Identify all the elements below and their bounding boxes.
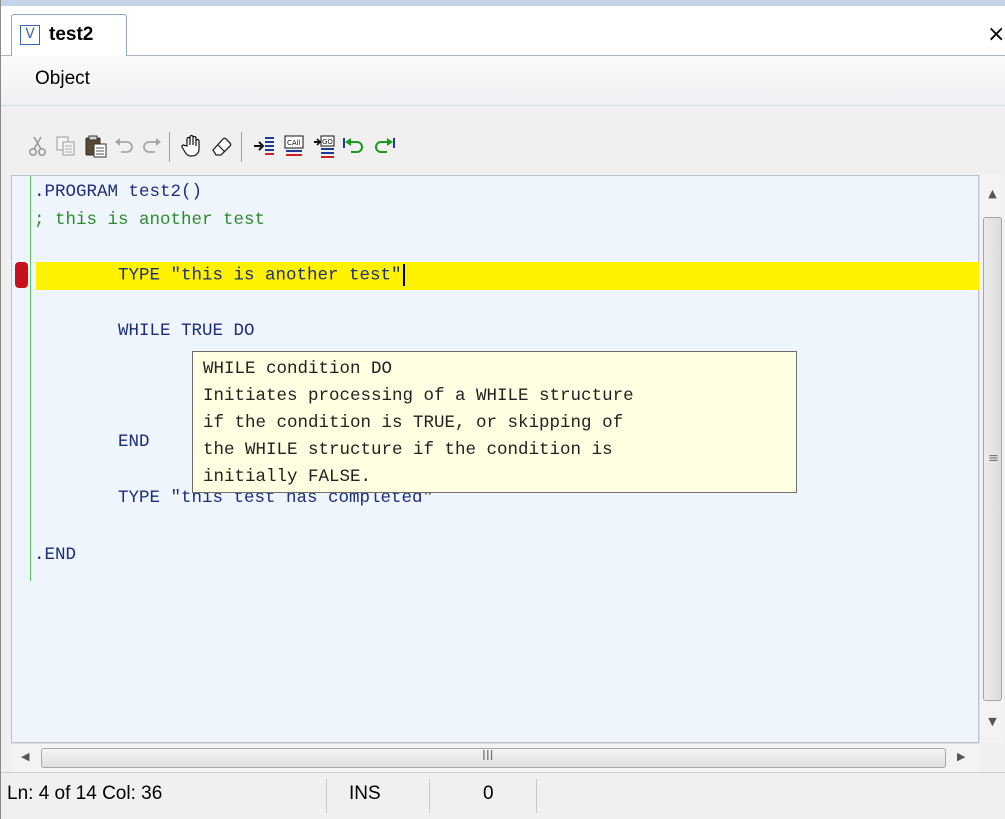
status-separator [326, 779, 327, 813]
tab-test2[interactable]: V test2 [11, 14, 127, 57]
step-forward-icon[interactable] [371, 134, 397, 158]
tooltip-line: initially FALSE. [203, 467, 372, 487]
go-icon[interactable]: GO [311, 134, 337, 158]
redo-icon[interactable] [139, 134, 165, 158]
scroll-left-icon[interactable]: ◀ [21, 750, 29, 763]
grip-icon: ≡ [988, 451, 999, 466]
breakpoint-marker[interactable] [15, 262, 28, 288]
toolbar: CAll GO [1, 120, 1005, 172]
code-line[interactable]: .END [34, 545, 76, 565]
code-line[interactable]: END [34, 432, 150, 452]
toolbar-separator [169, 132, 170, 162]
code-line[interactable]: WHILE TRUE DO [34, 321, 255, 341]
call-icon[interactable]: CAll [281, 134, 307, 158]
tooltip-line: if the condition is TRUE, or skipping of [203, 413, 624, 433]
code-editor[interactable]: .PROGRAM test2() ; this is another test … [11, 175, 980, 743]
close-icon[interactable]: × [987, 22, 1005, 47]
tooltip-line: the WHILE structure if the condition is [203, 440, 613, 460]
grip-icon: III [482, 749, 494, 764]
status-separator [536, 779, 537, 813]
horizontal-scrollbar[interactable]: ◀ III ▶ [11, 743, 979, 772]
tooltip-line: WHILE condition DO [203, 359, 393, 379]
tooltip-line: Initiates processing of a WHILE structur… [203, 386, 634, 406]
keyword-tooltip: WHILE condition DO Initiates processing … [192, 351, 797, 493]
svg-text:GO: GO [322, 138, 333, 146]
menu-object[interactable]: Object [35, 68, 90, 90]
copy-icon[interactable] [53, 134, 79, 158]
paste-icon[interactable] [83, 134, 109, 158]
hand-icon[interactable] [179, 134, 205, 158]
scroll-right-icon[interactable]: ▶ [957, 750, 965, 763]
horizontal-scroll-thumb[interactable]: III [41, 748, 946, 768]
code-line-text: TYPE "this is another test" [34, 265, 402, 286]
status-separator [429, 779, 430, 813]
step-into-icon[interactable] [251, 134, 277, 158]
vertical-scroll-thumb[interactable]: ≡ [983, 217, 1002, 701]
status-position: Ln: 4 of 14 Col: 36 [7, 783, 163, 804]
code-line[interactable]: .PROGRAM test2() [34, 182, 202, 202]
code-line-comment[interactable]: ; this is another test [34, 210, 265, 230]
step-back-icon[interactable] [341, 134, 367, 158]
tab-strip: V test2 × [1, 0, 1005, 57]
eraser-icon[interactable] [209, 134, 235, 158]
text-caret [402, 264, 405, 286]
svg-text:CAll: CAll [287, 139, 301, 147]
gutter-line [30, 176, 31, 581]
cut-icon[interactable] [25, 134, 51, 158]
status-bar: Ln: 4 of 14 Col: 36 INS 0 [1, 772, 1005, 819]
toolbar-separator [241, 132, 242, 162]
menu-bar: Object [1, 56, 1005, 106]
editor-window: V test2 × Object CAll GO .PROGRAM test2(… [0, 0, 1005, 819]
tab-title: test2 [49, 24, 94, 45]
v-program-icon: V [20, 25, 40, 45]
status-value: 0 [483, 783, 494, 804]
code-line-current[interactable]: TYPE "this is another test" [34, 264, 405, 286]
scroll-up-icon[interactable]: ▲ [980, 187, 1005, 200]
vertical-scrollbar[interactable]: ▲ ≡ ▼ [979, 175, 1004, 743]
status-mode: INS [349, 783, 381, 804]
scroll-down-icon[interactable]: ▼ [980, 715, 1005, 728]
undo-icon[interactable] [111, 134, 137, 158]
